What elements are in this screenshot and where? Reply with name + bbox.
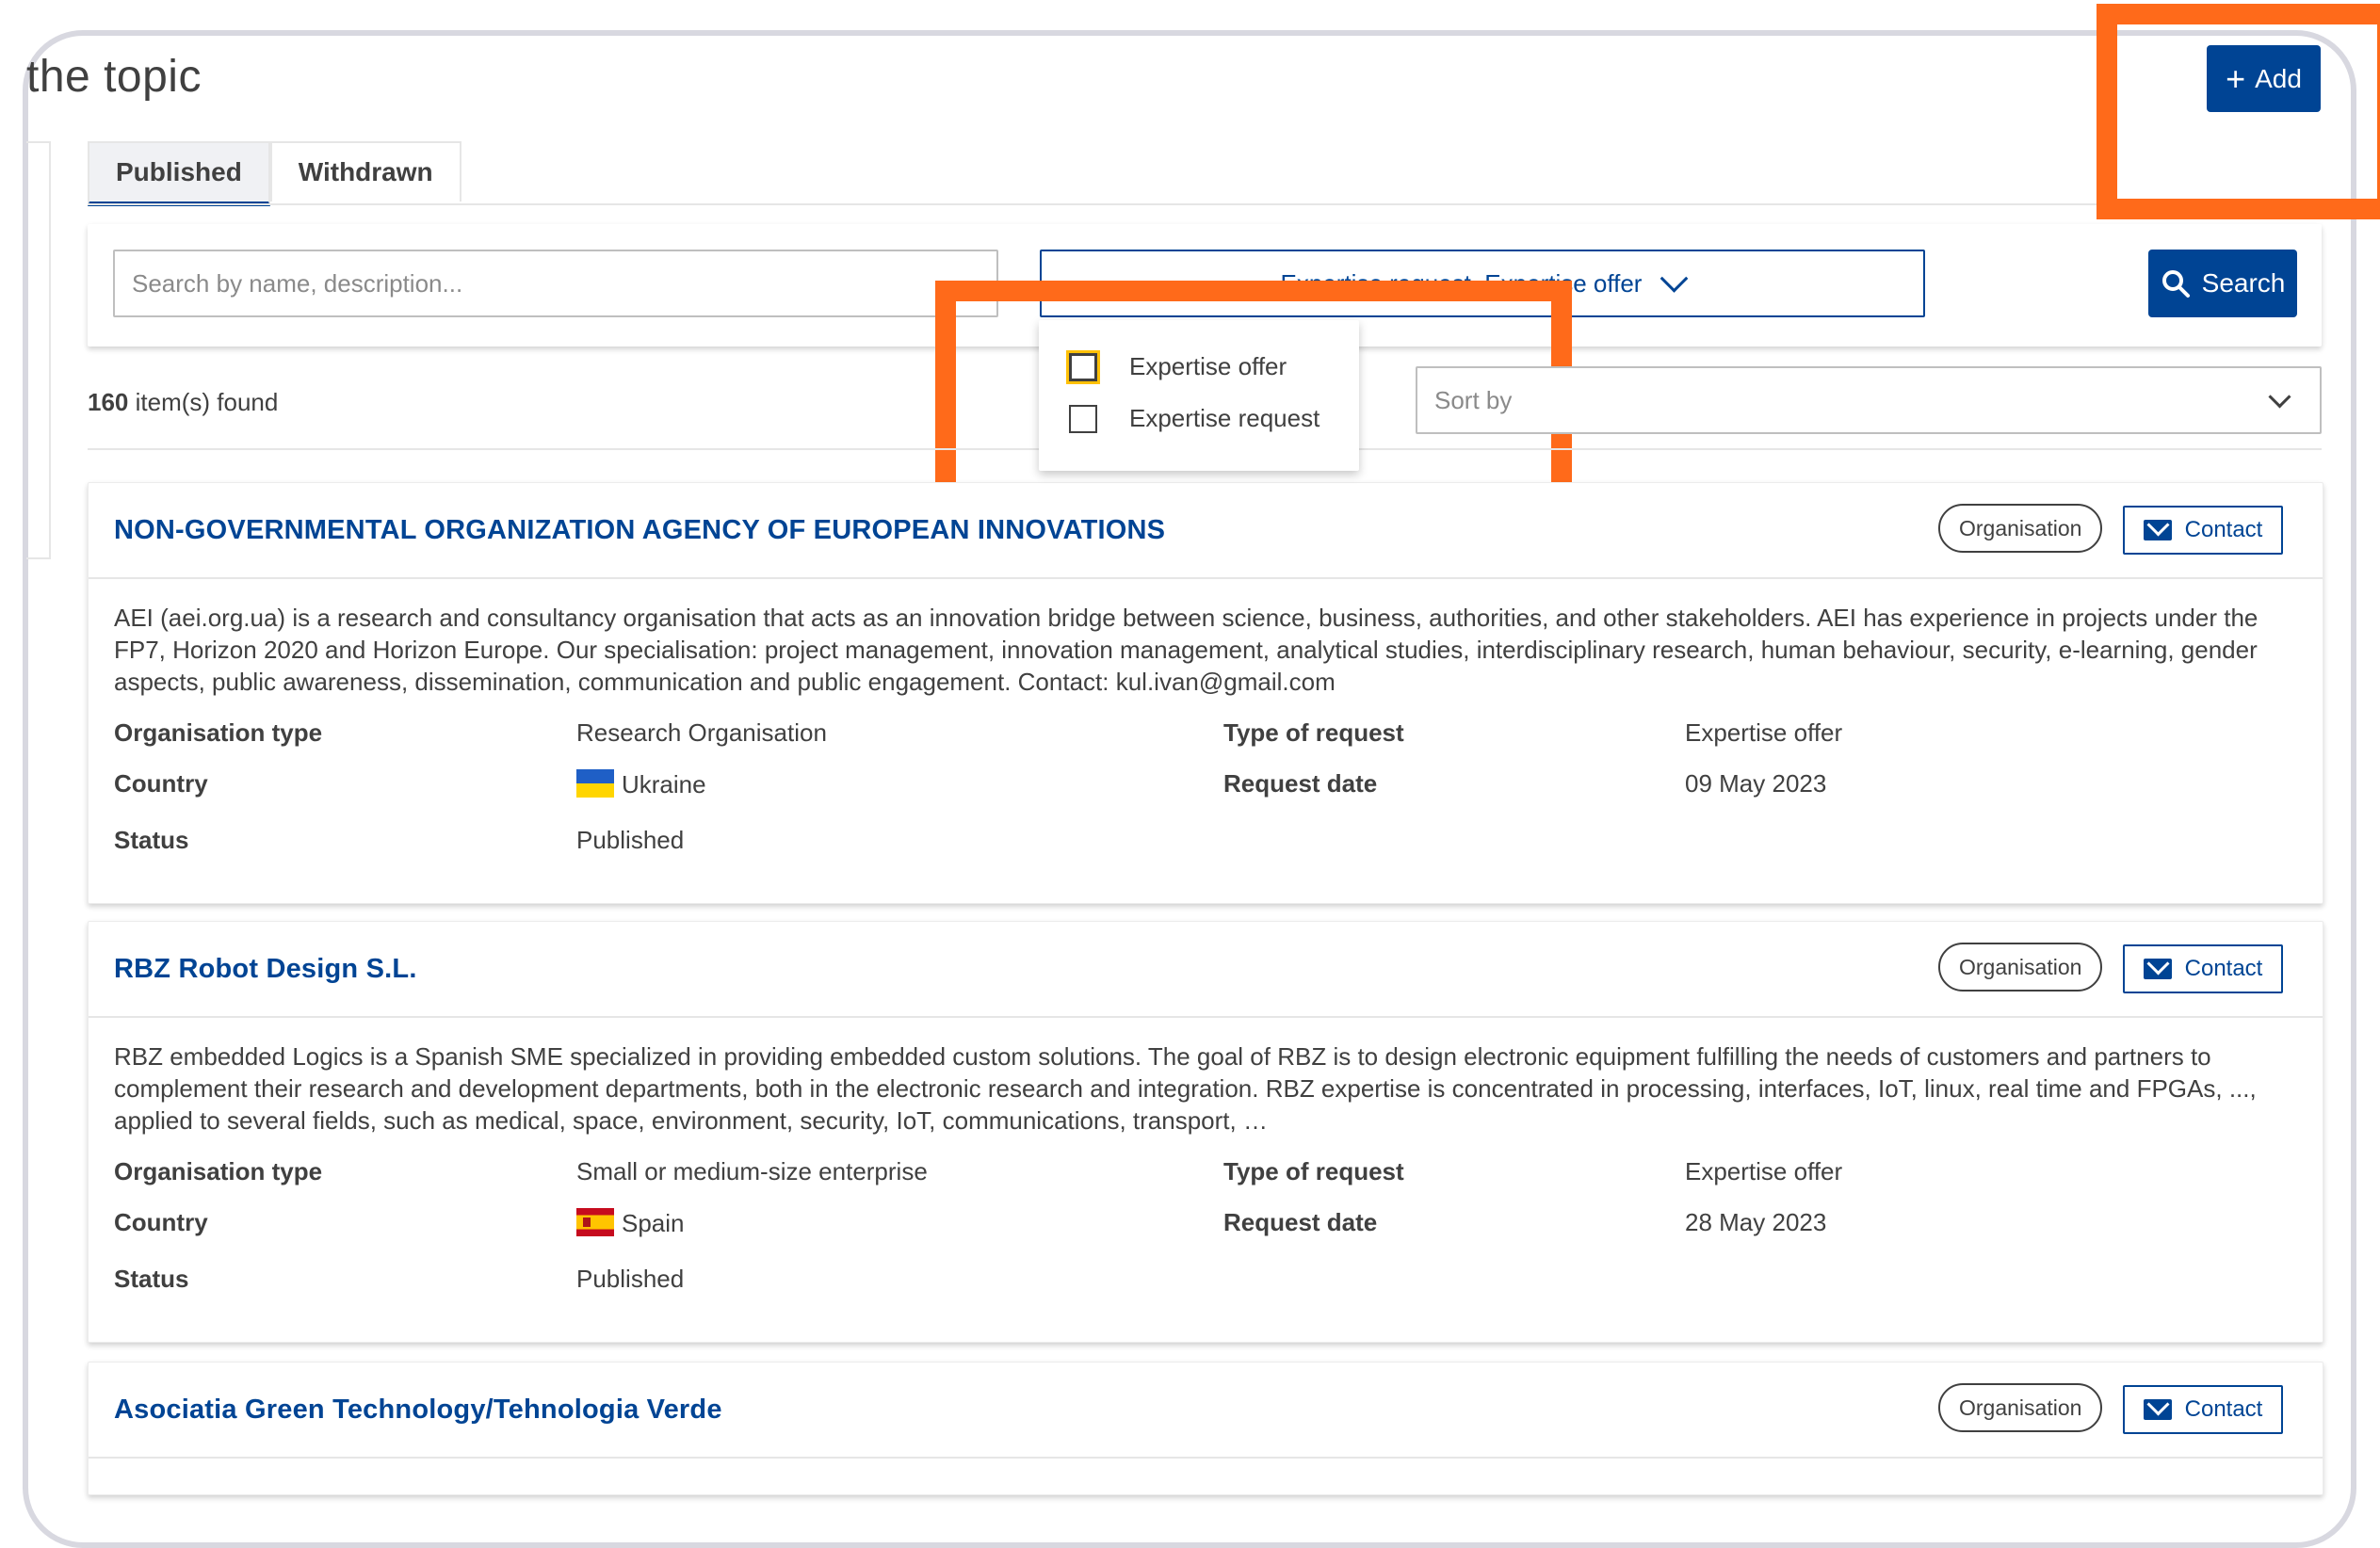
organisation-badge: Organisation	[1938, 943, 2103, 992]
type-of-request-value: Expertise offer	[1685, 718, 1843, 747]
card-header: RBZ Robot Design S.L. Organisation Conta…	[89, 922, 2323, 1018]
organisation-type-label: Organisation type	[114, 718, 323, 747]
organisation-type-value: Research Organisation	[576, 718, 827, 747]
search-input[interactable]	[113, 250, 998, 317]
result-card: NON-GOVERNMENTAL ORGANIZATION AGENCY OF …	[88, 482, 2323, 904]
card-title-link[interactable]: Asociatia Green Technology/Tehnologia Ve…	[114, 1395, 722, 1426]
tab-divider	[88, 203, 2322, 205]
card-title-link[interactable]: RBZ Robot Design S.L.	[114, 954, 417, 985]
contact-button-label: Contact	[2184, 1396, 2263, 1422]
contact-button-label: Contact	[2184, 517, 2263, 542]
type-of-request-label: Type of request	[1223, 718, 1404, 747]
request-date-value: 28 May 2023	[1685, 1208, 1827, 1236]
contact-button[interactable]: Contact	[2123, 944, 2283, 993]
card-title-link[interactable]: NON-GOVERNMENTAL ORGANIZATION AGENCY OF …	[114, 515, 1165, 546]
type-of-request-value: Expertise offer	[1685, 1157, 1843, 1185]
country-value: Spain	[576, 1208, 685, 1238]
results-count-number: 160	[88, 388, 129, 416]
status-tabs: Published Withdrawn	[88, 141, 461, 206]
results-count: 160 item(s) found	[88, 388, 278, 417]
option-expertise-request[interactable]: Expertise request	[1069, 404, 1320, 433]
spain-flag-icon	[576, 1208, 614, 1236]
sort-select-placeholder: Sort by	[1434, 385, 1513, 414]
page-title: the topic	[26, 52, 202, 102]
result-card: Asociatia Green Technology/Tehnologia Ve…	[88, 1362, 2323, 1495]
card-header: Asociatia Green Technology/Tehnologia Ve…	[89, 1363, 2323, 1459]
option-label: Expertise offer	[1129, 352, 1287, 380]
mail-icon	[2143, 1399, 2172, 1420]
request-date-value: 09 May 2023	[1685, 769, 1827, 798]
mail-icon	[2143, 520, 2172, 540]
side-panel-edge	[26, 141, 51, 559]
mail-icon	[2143, 959, 2172, 979]
country-value: Ukraine	[576, 769, 706, 799]
organisation-badge: Organisation	[1938, 504, 2103, 553]
search-icon	[2161, 270, 2190, 298]
tab-withdrawn[interactable]: Withdrawn	[269, 141, 461, 202]
contact-button-label: Contact	[2184, 956, 2263, 981]
status-value: Published	[576, 1265, 685, 1293]
card-header: NON-GOVERNMENTAL ORGANIZATION AGENCY OF …	[89, 483, 2323, 579]
contact-button[interactable]: Contact	[2123, 1385, 2283, 1434]
country-name: Ukraine	[622, 770, 706, 798]
sort-select[interactable]: Sort by	[1416, 366, 2322, 434]
results-count-suffix: item(s) found	[128, 388, 279, 416]
organisation-type-label: Organisation type	[114, 1157, 323, 1185]
country-label: Country	[114, 1208, 208, 1236]
highlight-box-add	[2097, 4, 2380, 219]
contact-button[interactable]: Contact	[2123, 506, 2283, 555]
country-name: Spain	[622, 1209, 685, 1237]
tab-published[interactable]: Published	[88, 141, 270, 206]
chevron-down-icon	[1660, 264, 1689, 293]
country-label: Country	[114, 769, 208, 798]
result-card: RBZ Robot Design S.L. Organisation Conta…	[88, 921, 2323, 1343]
status-label: Status	[114, 1265, 189, 1293]
card-description: AEI (aei.org.ua) is a research and consu…	[114, 604, 2259, 696]
type-of-request-label: Type of request	[1223, 1157, 1404, 1185]
search-button-label: Search	[2201, 268, 2286, 298]
ukraine-flag-icon	[576, 769, 614, 798]
status-label: Status	[114, 826, 189, 854]
request-date-label: Request date	[1223, 769, 1378, 798]
organisation-badge: Organisation	[1938, 1383, 2103, 1432]
chevron-down-icon	[2268, 385, 2291, 409]
card-description: RBZ embedded Logics is a Spanish SME spe…	[114, 1042, 2257, 1135]
search-button[interactable]: Search	[2148, 250, 2297, 317]
request-date-label: Request date	[1223, 1208, 1378, 1236]
option-expertise-offer[interactable]: Expertise offer	[1066, 349, 1287, 384]
organisation-type-value: Small or medium-size enterprise	[576, 1157, 928, 1185]
status-value: Published	[576, 826, 685, 854]
request-type-dropdown: Expertise offer Expertise request	[1039, 320, 1359, 471]
expertise-offer-checkbox[interactable]	[1066, 349, 1100, 384]
option-label: Expertise request	[1129, 404, 1320, 432]
expertise-request-checkbox[interactable]	[1069, 404, 1097, 433]
